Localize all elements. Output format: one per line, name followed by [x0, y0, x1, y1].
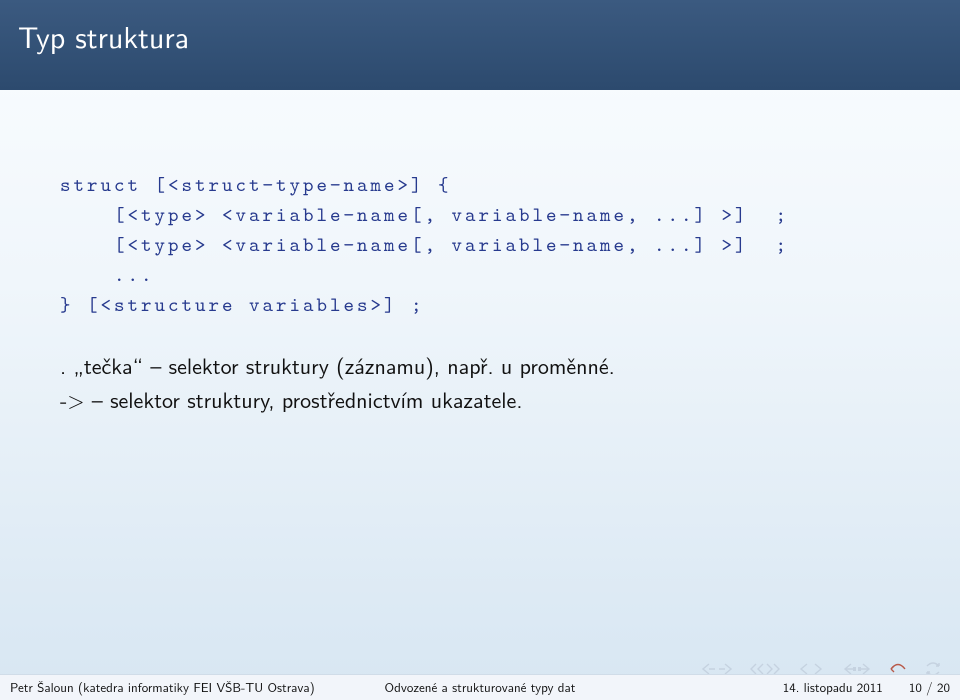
slide: Typ struktura struct [<struct−type−name>…: [0, 0, 960, 700]
footer-author: Petr Šaloun (katedra informatiky FEI VŠB…: [10, 678, 323, 697]
title-bar: Typ struktura: [0, 0, 960, 90]
code-line: [<type> <variable−name[, variable−name, …: [60, 232, 789, 258]
content-area: struct [<struct−type−name>] { [<type> <v…: [60, 170, 900, 416]
page-title: Typ struktura: [18, 14, 189, 58]
footer-page: 10 / 20: [909, 678, 950, 697]
body-line: -> – selektor struktury, prostřednictvím…: [60, 382, 900, 416]
code-line: } [<structure variables>] ;: [60, 292, 425, 318]
code-line: struct [<struct−type−name>] {: [60, 172, 452, 198]
footer-right: 14. listopadu 2011 10 / 20: [637, 678, 950, 697]
body-line: . „tečka“ – selektor struktury (záznamu)…: [60, 348, 900, 382]
footer: Petr Šaloun (katedra informatiky FEI VŠB…: [0, 674, 960, 700]
code-line: ...: [60, 262, 155, 288]
code-line: [<type> <variable−name[, variable−name, …: [60, 202, 789, 228]
footer-title: Odvozené a strukturované typy dat: [323, 678, 636, 697]
body-text: . „tečka“ – selektor struktury (záznamu)…: [60, 348, 900, 416]
code-block: struct [<struct−type−name>] { [<type> <v…: [60, 170, 900, 320]
footer-date: 14. listopadu 2011: [783, 678, 883, 697]
